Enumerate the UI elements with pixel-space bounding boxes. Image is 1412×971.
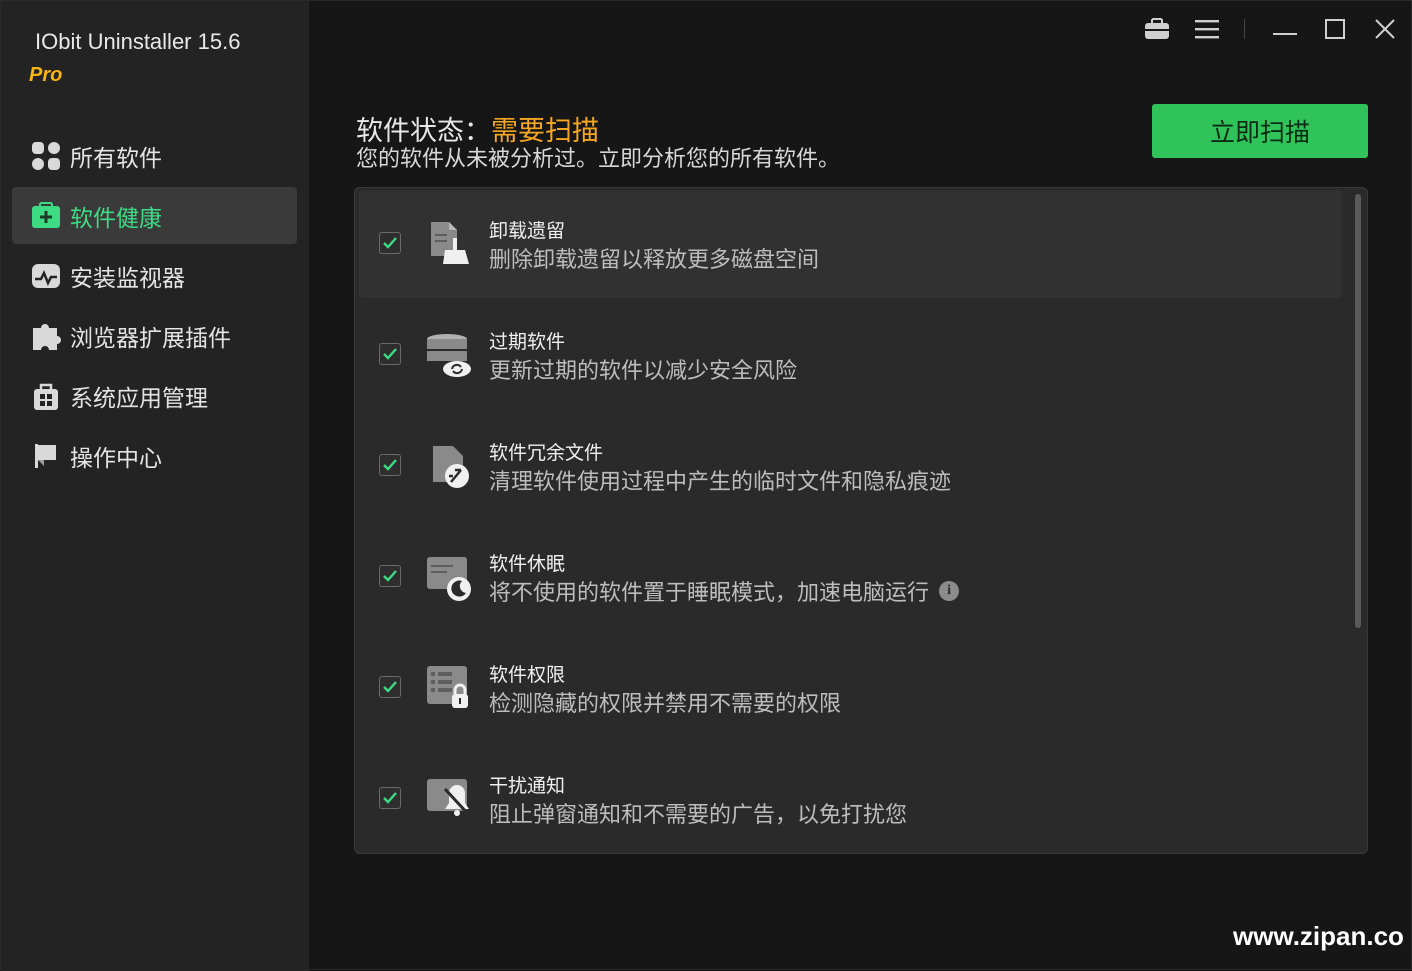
item-description-text: 更新过期的软件以减少安全风险 [489, 359, 798, 384]
sidebar-item-all-software[interactable]: 所有软件 [12, 127, 297, 184]
item-checkbox[interactable] [379, 232, 401, 254]
item-description: 将不使用的软件置于睡眠模式，加速电脑运行 i [489, 575, 960, 607]
close-icon [1375, 19, 1395, 43]
item-checkbox[interactable] [379, 454, 401, 476]
item-title: 卸载遗留 [489, 220, 566, 242]
junk-clean-icon [425, 442, 473, 490]
puzzle-piece-icon [30, 320, 62, 352]
list-item-junk-files[interactable]: 软件冗余文件 清理软件使用过程中产生的临时文件和隐私痕迹 [359, 412, 1342, 520]
sidebar-item-system-apps[interactable]: 系统应用管理 [12, 367, 297, 424]
item-description-text: 阻止弹窗通知和不需要的广告，以免打扰您 [489, 803, 908, 828]
item-title: 干扰通知 [489, 775, 566, 797]
scan-now-button[interactable]: 立即扫描 [1152, 104, 1368, 158]
maximize-button[interactable] [1319, 15, 1351, 47]
item-description-text: 删除卸载遗留以释放更多磁盘空间 [489, 248, 820, 273]
item-description-text: 清理软件使用过程中产生的临时文件和隐私痕迹 [489, 470, 952, 495]
toolbox-icon [1144, 18, 1170, 44]
sidebar-item-label: 安装监视器 [70, 265, 185, 292]
minimize-button[interactable] [1269, 15, 1301, 47]
item-description: 更新过期的软件以减少安全风险 [489, 353, 797, 385]
info-icon[interactable]: i [939, 581, 960, 601]
item-description: 删除卸载遗留以释放更多磁盘空间 [489, 242, 819, 274]
item-description-text: 将不使用的软件置于睡眠模式，加速电脑运行 [489, 581, 930, 606]
sidebar-item-browser-extensions[interactable]: 浏览器扩展插件 [12, 307, 297, 364]
sidebar-item-action-center[interactable]: 操作中心 [12, 427, 297, 484]
health-items-panel: 卸载遗留 删除卸载遗留以释放更多磁盘空间 过期软件 更新过期的软件以减少安全风险… [354, 187, 1368, 854]
list-item-outdated[interactable]: 过期软件 更新过期的软件以减少安全风险 [359, 301, 1342, 409]
item-checkbox[interactable] [379, 565, 401, 587]
watermark: www.zipan.co [1233, 921, 1404, 951]
menu-icon [1195, 19, 1219, 43]
item-description: 检测隐藏的权限并禁用不需要的权限 [489, 686, 841, 718]
check-icon [383, 570, 397, 582]
item-description-text: 检测隐藏的权限并禁用不需要的权限 [489, 692, 842, 717]
sidebar: IObit Uninstaller 15.6 Pro 所有软件 软件健康 安装监… [1, 1, 309, 971]
item-title: 软件休眠 [489, 553, 566, 575]
sidebar-item-label: 操作中心 [70, 445, 162, 472]
item-description: 阻止弹窗通知和不需要的广告，以免打扰您 [489, 797, 907, 829]
windows-bag-icon [30, 380, 62, 412]
maximize-icon [1325, 19, 1345, 43]
sidebar-item-label: 系统应用管理 [70, 385, 208, 412]
sidebar-item-software-health[interactable]: 软件健康 [12, 187, 297, 244]
check-icon [383, 348, 397, 360]
titlebar-divider [1244, 19, 1245, 39]
check-icon [383, 459, 397, 471]
minimize-icon [1273, 22, 1297, 41]
sidebar-item-label: 浏览器扩展插件 [70, 325, 231, 352]
item-checkbox[interactable] [379, 787, 401, 809]
app-edition: Pro [29, 64, 63, 86]
item-checkbox[interactable] [379, 343, 401, 365]
list-item-permissions[interactable]: 软件权限 检测隐藏的权限并禁用不需要的权限 [359, 634, 1342, 742]
leftover-broom-icon [425, 220, 473, 268]
sidebar-item-install-monitor[interactable]: 安装监视器 [12, 247, 297, 304]
status-description: 您的软件从未被分析过。立即分析您的所有软件。 [356, 147, 841, 172]
permission-lock-icon [425, 664, 473, 712]
check-icon [383, 681, 397, 693]
check-icon [383, 792, 397, 804]
sidebar-item-label: 所有软件 [70, 145, 162, 172]
monitor-pulse-icon [30, 260, 62, 292]
sleep-moon-icon [425, 553, 473, 601]
close-button[interactable] [1369, 15, 1401, 47]
flag-icon [30, 440, 62, 472]
scrollbar[interactable] [1355, 194, 1361, 628]
item-title: 过期软件 [489, 331, 566, 353]
list-item-notifications[interactable]: 干扰通知 阻止弹窗通知和不需要的广告，以免打扰您 [359, 745, 1342, 853]
item-title: 软件冗余文件 [489, 442, 604, 464]
list-item-leftovers[interactable]: 卸载遗留 删除卸载遗留以释放更多磁盘空间 [359, 190, 1342, 298]
item-title: 软件权限 [489, 664, 566, 686]
outdated-update-icon [425, 331, 473, 379]
health-kit-icon [30, 200, 62, 232]
app-window: IObit Uninstaller 15.6 Pro 所有软件 软件健康 安装监… [0, 0, 1412, 971]
sidebar-item-label: 软件健康 [70, 205, 162, 232]
bell-off-icon [425, 775, 473, 823]
menu-button[interactable] [1191, 15, 1223, 47]
item-description: 清理软件使用过程中产生的临时文件和隐私痕迹 [489, 464, 951, 496]
check-icon [383, 237, 397, 249]
list-item-sleep[interactable]: 软件休眠 将不使用的软件置于睡眠模式，加速电脑运行 i [359, 523, 1342, 631]
sidebar-nav: 所有软件 软件健康 安装监视器 浏览器扩展插件 系统应用管理 操作中心 [12, 127, 297, 487]
app-title: IObit Uninstaller 15.6 [35, 29, 241, 54]
toolbox-button[interactable] [1141, 15, 1173, 47]
item-checkbox[interactable] [379, 676, 401, 698]
grid-apps-icon [30, 140, 62, 172]
